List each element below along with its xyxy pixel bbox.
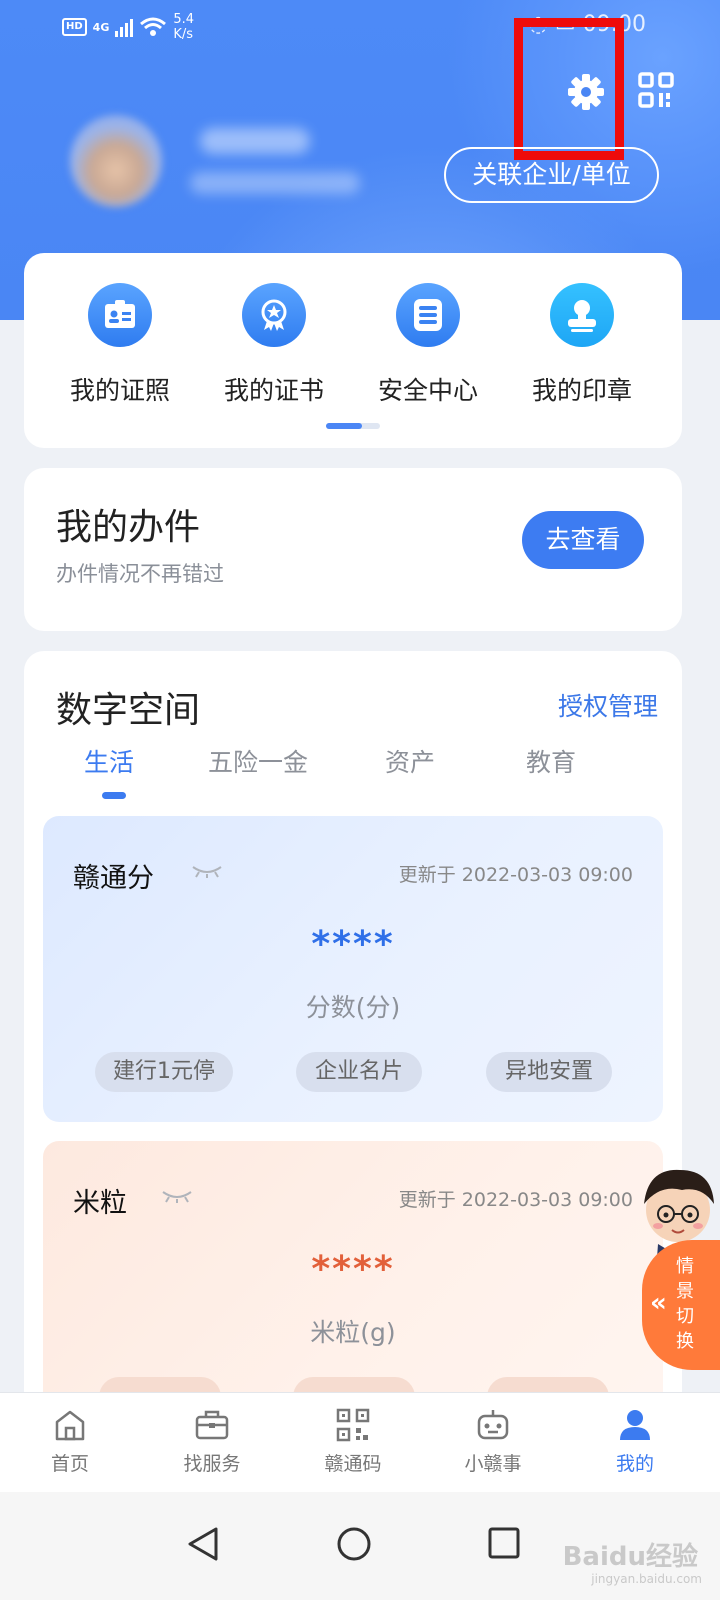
tab-education[interactable]: 教育 — [526, 743, 576, 779]
avatar[interactable] — [70, 115, 162, 207]
hidden-value: **** — [311, 924, 395, 965]
quick-menu-card: 我的证照 我的证书 安全中心 我的印章 — [24, 253, 682, 448]
hd-indicator: HD — [62, 18, 87, 36]
tab-xiaoganshi[interactable]: 小赣事 — [433, 1407, 553, 1476]
updated-time: 更新于 2022-03-03 09:00 — [398, 864, 633, 886]
certificate-badge-icon — [242, 283, 306, 347]
baidu-watermark: Baidu经验 — [562, 1542, 698, 1572]
my-work-card[interactable]: 我的办件 办件情况不再错过 去查看 — [24, 468, 682, 631]
double-chevron-left-icon: « — [650, 1288, 667, 1318]
tab-label: 小赣事 — [464, 1453, 522, 1475]
quick-item-licenses[interactable]: 我的证照 — [45, 283, 195, 407]
card-name: 赣通分 — [73, 863, 154, 894]
tab-assets[interactable]: 资产 — [385, 743, 435, 779]
bottom-tab-bar: 首页 找服务 赣通码 小赣事 我的 — [0, 1392, 720, 1492]
quick-item-seals[interactable]: 我的印章 — [507, 283, 657, 407]
wifi-icon — [140, 17, 167, 36]
eye-closed-icon[interactable] — [191, 864, 223, 878]
quick-item-security[interactable]: 安全中心 — [353, 283, 503, 407]
rice-grain-card[interactable]: 米粒 更新于 2022-03-03 09:00 **** 米粒(g) — [43, 1141, 663, 1411]
back-triangle-icon[interactable] — [186, 1526, 220, 1562]
recents-square-icon[interactable] — [487, 1526, 521, 1560]
scene-switch-label: 情景切换 — [676, 1256, 694, 1352]
hidden-value: **** — [311, 1249, 395, 1290]
digital-space-title: 数字空间 — [56, 690, 201, 731]
tab-insurance[interactable]: 五险一金 — [208, 743, 308, 779]
tab-mine[interactable]: 我的 — [575, 1407, 695, 1476]
digital-space-tabs: 生活 五险一金 资产 教育 — [24, 743, 682, 793]
quick-menu-pager — [326, 423, 380, 429]
stamp-icon — [550, 283, 614, 347]
quick-item-certificates[interactable]: 我的证书 — [199, 283, 349, 407]
home-icon — [55, 1410, 85, 1441]
value-unit: 分数(分) — [305, 993, 401, 1022]
quick-item-label: 我的印章 — [531, 376, 632, 405]
quick-item-label: 我的证照 — [69, 376, 170, 405]
active-tab-indicator — [102, 792, 126, 799]
qr-code-icon — [336, 1408, 370, 1442]
gantong-score-card[interactable]: 赣通分 更新于 2022-03-03 09:00 **** 分数(分) 建行1元… — [43, 816, 663, 1122]
eye-closed-icon[interactable] — [161, 1189, 193, 1203]
card-name: 米粒 — [73, 1188, 127, 1219]
value-unit: 米粒(g) — [310, 1318, 396, 1347]
baidu-watermark-url: jingyan.baidu.com — [591, 1572, 702, 1586]
tab-gantong-code[interactable]: 赣通码 — [293, 1407, 413, 1476]
auth-manage-link[interactable]: 授权管理 — [558, 687, 658, 723]
tab-label: 赣通码 — [324, 1453, 382, 1475]
user-name-blurred — [200, 128, 310, 154]
chip-ccb-parking[interactable]: 建行1元停 — [95, 1052, 233, 1092]
scene-switch-button[interactable]: « 情景切换 — [642, 1240, 720, 1370]
network-type: 4G — [92, 20, 110, 34]
robot-icon — [477, 1410, 509, 1440]
chip-relocation[interactable]: 异地安置 — [486, 1052, 612, 1092]
quick-item-label: 安全中心 — [377, 376, 478, 405]
id-card-icon — [88, 283, 152, 347]
home-circle-icon[interactable] — [336, 1526, 372, 1562]
work-title: 我的办件 — [56, 507, 201, 548]
view-work-button[interactable]: 去查看 — [522, 511, 644, 569]
tab-label: 找服务 — [183, 1453, 241, 1475]
tab-find-service[interactable]: 找服务 — [152, 1407, 272, 1476]
briefcase-icon — [195, 1410, 229, 1440]
net-speed: 5.4 K/s — [173, 12, 195, 42]
user-icon — [620, 1410, 650, 1440]
tab-label: 我的 — [615, 1453, 654, 1475]
chip-business-card[interactable]: 企业名片 — [296, 1052, 422, 1092]
tab-label: 首页 — [50, 1453, 89, 1475]
list-icon — [396, 283, 460, 347]
signal-icon — [115, 17, 134, 37]
digital-space-card: 数字空间 授权管理 生活 五险一金 资产 教育 赣通分 更新于 2022-03-… — [24, 651, 682, 1411]
tab-home[interactable]: 首页 — [10, 1407, 130, 1476]
updated-time: 更新于 2022-03-03 09:00 — [398, 1189, 633, 1211]
tab-life[interactable]: 生活 — [84, 743, 134, 779]
qr-scan-icon[interactable] — [638, 72, 674, 108]
quick-item-label: 我的证书 — [223, 376, 324, 405]
highlight-box — [514, 18, 624, 160]
work-subtitle: 办件情况不再错过 — [56, 562, 224, 586]
link-enterprise-button[interactable]: 关联企业/单位 — [444, 147, 659, 203]
user-id-blurred — [190, 172, 360, 194]
system-nav-bar: Baidu经验 jingyan.baidu.com — [0, 1492, 720, 1600]
